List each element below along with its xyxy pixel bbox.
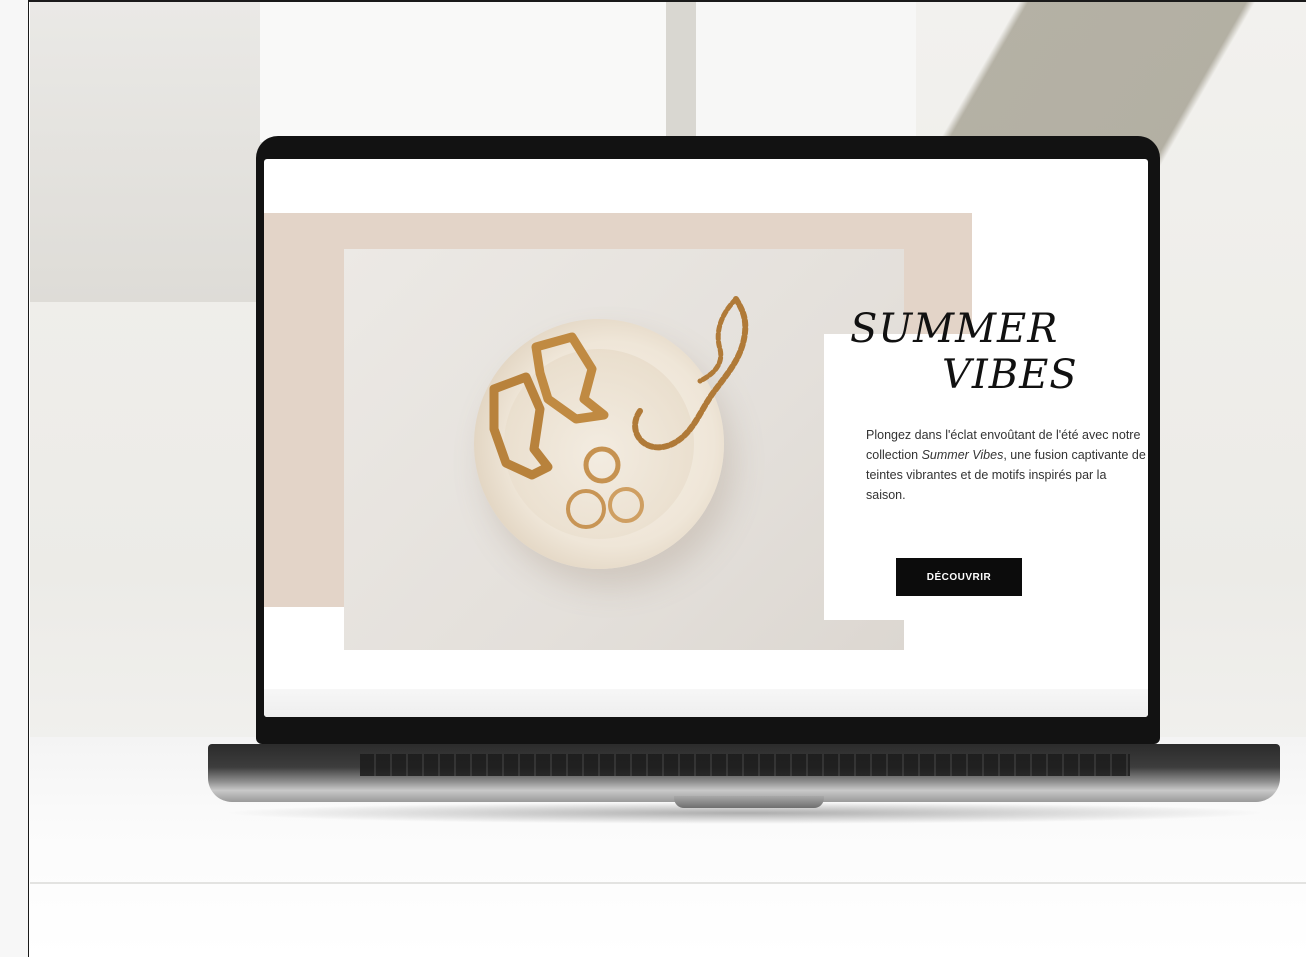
laptop-keyboard [360,754,1130,776]
ring-right [608,487,644,523]
laptop-screen: SUMMER VIBES Plongez dans l'éclat envoût… [264,159,1148,717]
jewelry-illustration [489,296,749,529]
collection-name: Summer Vibes [921,448,1004,462]
screen-footer-strip [264,689,1148,717]
background-window-post [666,2,696,142]
background-wall [30,2,270,302]
laptop-mockup-photo: SUMMER VIBES Plongez dans l'éclat envoût… [30,2,1306,957]
discover-button[interactable]: DÉCOUVRIR [896,558,1022,596]
earring-left [489,372,553,480]
background-window-left [260,2,680,142]
hero-description: Plongez dans l'éclat envoûtant de l'été … [866,425,1148,505]
hero-headline-line2: VIBES [942,352,1078,398]
laptop-notch [674,796,824,808]
desk-edge [30,882,1306,884]
ring-top [583,446,621,484]
hero-headline-line1: SUMMER [850,306,1059,352]
hero-jewelry-photo [344,249,904,650]
ring-left [566,489,606,529]
earring-right [531,332,609,424]
gold-chain [632,296,749,451]
left-frame-border [0,0,29,957]
